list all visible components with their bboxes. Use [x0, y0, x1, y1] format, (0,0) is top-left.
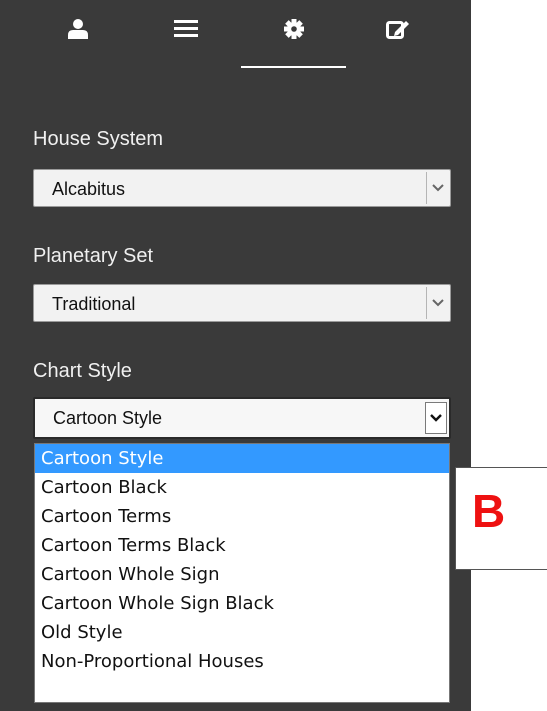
user-icon — [68, 19, 88, 39]
dropdown-option[interactable]: Cartoon Black — [35, 473, 449, 502]
tab-edit[interactable] — [368, 18, 428, 58]
dropdown-option[interactable]: Old Style — [35, 618, 449, 647]
active-tab-indicator — [241, 66, 346, 68]
chevron-down-icon[interactable] — [425, 402, 447, 434]
menu-icon — [174, 20, 198, 37]
dropdown-option[interactable]: Non-Proportional Houses — [35, 647, 449, 676]
tab-list[interactable] — [156, 18, 216, 58]
edit-icon — [386, 21, 409, 39]
dropdown-option[interactable]: Cartoon Style — [35, 444, 449, 473]
annotation-box: B — [455, 467, 547, 570]
annotation-letter: B — [472, 485, 506, 537]
chart-style-select[interactable]: Cartoon Style — [33, 397, 451, 439]
house-system-label: House System — [33, 128, 164, 150]
house-system-select[interactable]: Alcabitus — [33, 169, 451, 207]
planetary-set-select[interactable]: Traditional — [33, 284, 451, 322]
settings-panel: House System Alcabitus Planetary Set Tra… — [0, 0, 471, 711]
chevron-down-icon[interactable] — [426, 287, 448, 319]
settings-icon — [284, 19, 304, 39]
planetary-set-value: Traditional — [52, 294, 136, 314]
house-system-value: Alcabitus — [52, 179, 126, 199]
dropdown-option[interactable]: Cartoon Terms — [35, 502, 449, 531]
tab-profile[interactable] — [48, 18, 108, 58]
dropdown-option[interactable]: Cartoon Terms Black — [35, 531, 449, 560]
chart-style-value: Cartoon Style — [53, 408, 163, 428]
dropdown-option[interactable]: Cartoon Whole Sign — [35, 560, 449, 589]
chart-style-dropdown: Cartoon Style Cartoon Black Cartoon Term… — [34, 443, 450, 703]
tab-bar — [0, 0, 471, 70]
dropdown-option[interactable]: Cartoon Whole Sign Black — [35, 589, 449, 618]
chevron-down-icon[interactable] — [426, 172, 448, 204]
tab-settings[interactable] — [264, 18, 324, 58]
chart-style-label: Chart Style — [33, 360, 132, 382]
planetary-set-label: Planetary Set — [33, 245, 154, 267]
